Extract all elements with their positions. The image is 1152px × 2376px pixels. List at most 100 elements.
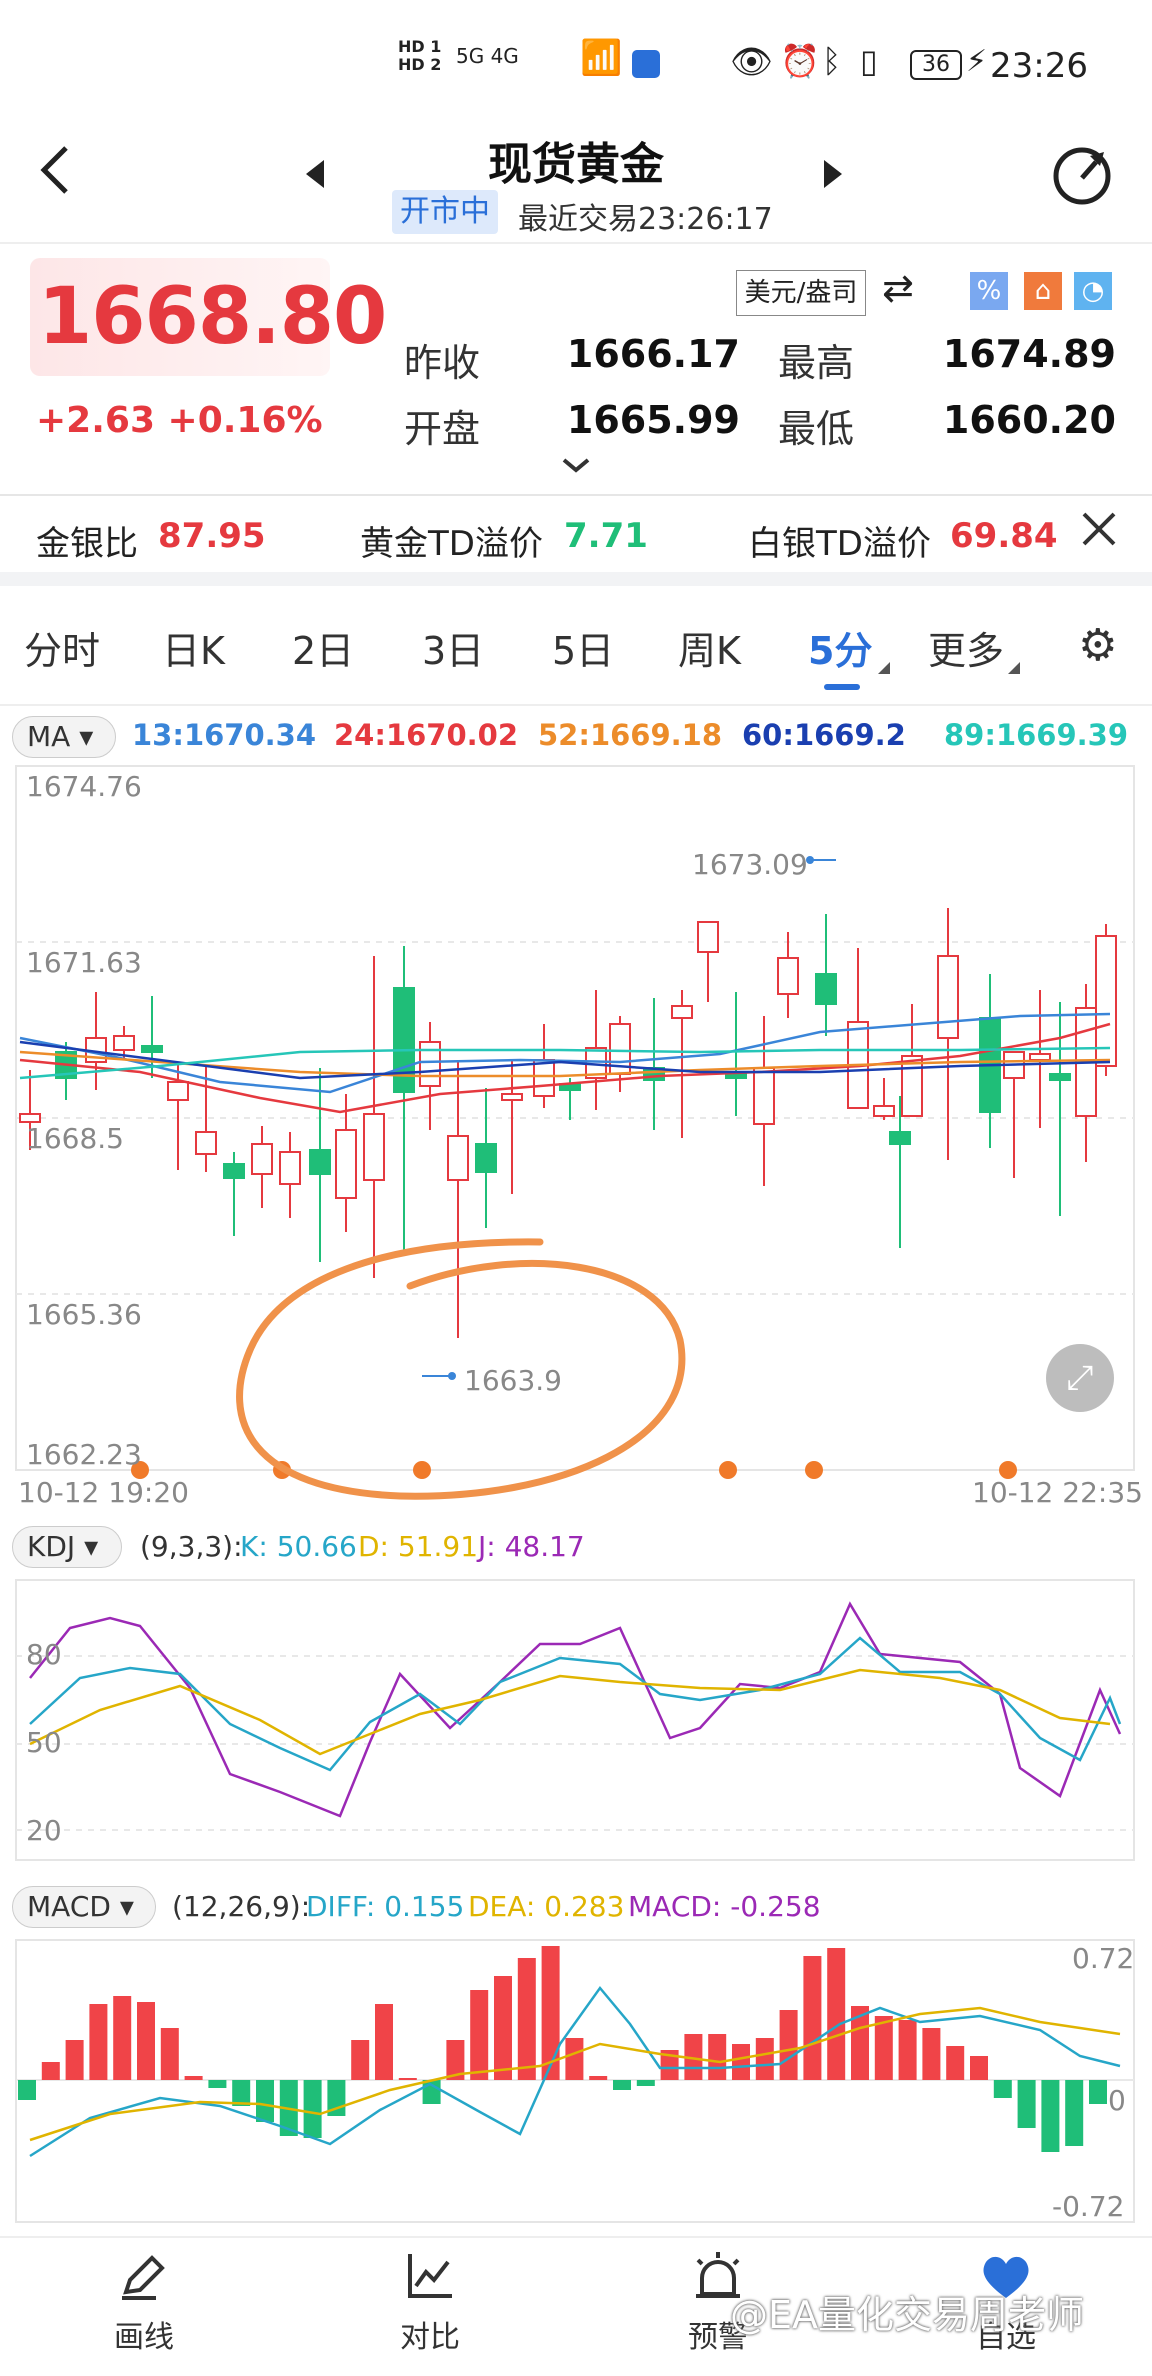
nav-label: 画线 xyxy=(114,2320,174,2355)
kdj-j-line xyxy=(29,1601,1122,1818)
ma-value: 52:1669.18 xyxy=(538,718,723,752)
prev-close-value: 1666.17 xyxy=(566,332,740,376)
percent-tool-icon[interactable]: % xyxy=(970,272,1008,310)
macd-histogram-bar xyxy=(874,2016,893,2080)
nav-label: 对比 xyxy=(400,2320,460,2355)
nav-draw-line[interactable]: 画线 xyxy=(64,2250,224,2356)
open-value: 1665.99 xyxy=(566,398,740,442)
tab-5day[interactable]: 5日 xyxy=(552,620,614,675)
unit-selector[interactable]: 美元/盎司 xyxy=(736,270,866,316)
battery-icon: 36 xyxy=(910,50,962,80)
refresh-button[interactable] xyxy=(1050,144,1114,212)
wifi-icon: 📶 xyxy=(580,38,623,78)
event-dot xyxy=(413,1461,431,1479)
candle-body xyxy=(501,1093,523,1101)
macd-histogram-bar xyxy=(636,2080,655,2086)
pie-chart-icon[interactable]: ◔ xyxy=(1074,272,1112,310)
macd-histogram-bar xyxy=(922,2028,941,2080)
chart-settings-button[interactable]: ⚙ xyxy=(1078,620,1117,671)
macd-histogram-bar xyxy=(517,1958,536,2080)
candle-body xyxy=(1095,935,1117,1067)
macd-histogram-bar xyxy=(1041,2080,1060,2152)
tab-2day[interactable]: 2日 xyxy=(292,620,354,675)
pencil-icon xyxy=(122,2255,165,2300)
clock: 23:26 xyxy=(990,46,1088,86)
low-value: 1660.20 xyxy=(942,398,1116,442)
page-title: 现货黄金 xyxy=(488,139,664,190)
tab-more[interactable]: 更多 xyxy=(928,620,1004,675)
bluetooth-icon: ᛒ xyxy=(822,42,842,80)
eye-icon: 👁 xyxy=(730,42,774,82)
swap-unit-icon[interactable]: ⇄ xyxy=(882,266,914,310)
event-dot xyxy=(719,1461,737,1479)
tab-weekly-k[interactable]: 周K xyxy=(678,620,741,675)
macd-histogram-bar xyxy=(803,1956,822,2080)
macd-histogram-bar xyxy=(565,2038,584,2080)
more-dropdown-icon xyxy=(1008,662,1020,674)
tab-dropdown-icon xyxy=(878,662,890,674)
y-axis-label: 1674.76 xyxy=(26,770,142,803)
candle-body xyxy=(141,1045,163,1053)
candle-body xyxy=(889,1131,911,1145)
tab-intraday[interactable]: 分时 xyxy=(24,620,100,675)
close-icon xyxy=(1082,512,1116,546)
ma-indicator-selector[interactable]: MA ▾ xyxy=(12,716,116,758)
candle-body xyxy=(1029,1053,1051,1061)
high-label: 最高 xyxy=(778,341,855,385)
macd-dea-value: DEA: 0.283 xyxy=(468,1890,625,1923)
macd-histogram-bar xyxy=(613,2080,631,2090)
macd-histogram-bar xyxy=(208,2080,227,2088)
watermark-text: @EA量化交易周老师 xyxy=(730,2293,1085,2337)
expand-quote-button[interactable] xyxy=(560,456,592,478)
candle-body xyxy=(777,957,799,995)
macd-histogram-bar xyxy=(351,2040,370,2080)
macd-chart[interactable] xyxy=(0,1934,1152,2226)
tab-5min[interactable]: 5分 xyxy=(808,620,872,675)
macd-y-label: 0 xyxy=(1108,2084,1126,2117)
gold-td-premium-label: 黄金TD溢价 xyxy=(360,524,543,564)
current-price: 1668.80 xyxy=(38,272,387,362)
tab-daily-k[interactable]: 日K xyxy=(162,620,225,675)
kdj-k-line xyxy=(29,1636,1122,1772)
status-bar: HD 1 HD 2 5G 4G 📶 👁 ⏰ ᛒ ▯ 36 ⚡ 23:26 xyxy=(0,0,1152,130)
kdj-k-value: K: 50.66 xyxy=(240,1530,357,1563)
macd-histogram-bar xyxy=(708,2034,727,2080)
candle-body xyxy=(113,1035,135,1051)
refresh-gauge-icon xyxy=(1053,147,1111,205)
kdj-d-line xyxy=(29,1668,1111,1756)
gear-icon: ⚙ xyxy=(1078,620,1118,671)
macd-histogram-bar xyxy=(65,2040,84,2080)
x-axis-end: 10-12 22:35 xyxy=(972,1476,1143,1509)
candle-body xyxy=(251,1143,273,1175)
macd-histogram-bar xyxy=(89,2004,108,2080)
kdj-frame xyxy=(15,1579,1135,1861)
macd-histogram-bar xyxy=(589,2076,608,2080)
kdj-chart[interactable] xyxy=(0,1574,1152,1864)
macd-histogram-bar xyxy=(494,1976,512,2080)
macd-histogram-bar xyxy=(827,1948,846,2080)
macd-diff-value: DIFF: 0.155 xyxy=(306,1890,465,1923)
candle-body xyxy=(167,1081,189,1101)
last-trade-time: 最近交易23:26:17 xyxy=(518,202,773,237)
next-instrument-button[interactable] xyxy=(820,158,846,194)
close-ratio-bar-button[interactable] xyxy=(1080,510,1118,552)
macd-histogram-bar xyxy=(755,2038,774,2080)
nav-compare[interactable]: 对比 xyxy=(350,2250,510,2356)
macd-histogram-bar xyxy=(303,2080,322,2138)
min-price-marker: 1663.9 xyxy=(464,1364,562,1397)
gold-silver-ratio-label: 金银比 xyxy=(36,524,138,564)
chevron-down-icon xyxy=(562,458,590,473)
vibrate-icon: ▯ xyxy=(860,42,878,80)
kdj-indicator-selector[interactable]: KDJ ▾ xyxy=(12,1526,122,1568)
alarm-clock-icon: ⏰ xyxy=(780,42,820,80)
macd-histogram-bar xyxy=(160,2028,179,2080)
macd-indicator-selector[interactable]: MACD ▾ xyxy=(12,1886,156,1928)
candle-body xyxy=(279,1151,301,1185)
kdj-j-value: J: 48.17 xyxy=(478,1530,585,1563)
fullscreen-button[interactable]: ⤢ xyxy=(1046,1344,1114,1412)
macd-y-label: -0.72 xyxy=(1052,2190,1125,2223)
tab-3day[interactable]: 3日 xyxy=(422,620,484,675)
macd-histogram-bar xyxy=(398,2078,417,2080)
lighthouse-icon[interactable]: ⌂ xyxy=(1024,272,1062,310)
candlestick-chart[interactable] xyxy=(0,760,1152,1500)
